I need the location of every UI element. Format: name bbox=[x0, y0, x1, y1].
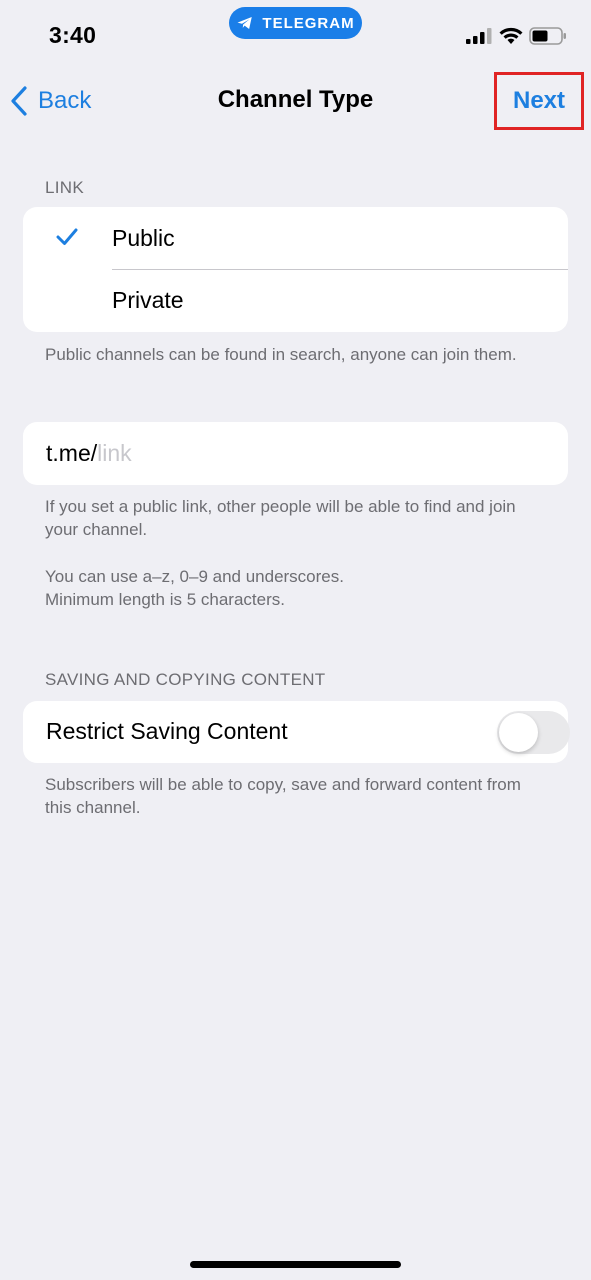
restrict-saving-toggle[interactable] bbox=[497, 711, 570, 754]
option-private[interactable]: Private bbox=[23, 269, 568, 331]
option-public[interactable]: Public bbox=[23, 207, 568, 270]
wifi-icon bbox=[499, 27, 523, 44]
battery-icon bbox=[529, 27, 566, 45]
link-type-footnote: Public channels can be found in search, … bbox=[45, 345, 517, 364]
status-time: 3:40 bbox=[49, 22, 97, 48]
link-type-card: Public Private bbox=[23, 207, 568, 332]
option-private-label: Private bbox=[112, 286, 184, 313]
home-indicator[interactable] bbox=[190, 1261, 401, 1268]
saving-section-header: SAVING AND COPYING CONTENT bbox=[45, 670, 326, 689]
signal-icon bbox=[466, 28, 492, 44]
link-input[interactable] bbox=[97, 440, 498, 467]
checkmark-icon bbox=[56, 228, 78, 245]
app-pill-label: TELEGRAM bbox=[262, 14, 355, 32]
toggle-knob bbox=[499, 713, 538, 752]
option-public-label: Public bbox=[112, 224, 175, 251]
restrict-saving-row: Restrict Saving Content bbox=[23, 701, 570, 763]
next-button[interactable]: Next bbox=[494, 72, 584, 130]
link-field: t.me/ bbox=[23, 422, 568, 485]
link-hint-2-line-1: You can use a–z, 0–9 and underscores. bbox=[45, 567, 344, 586]
navigation-bar: Back Channel Type Next bbox=[0, 72, 591, 130]
link-hint-1: If you set a public link, other people w… bbox=[45, 497, 516, 539]
link-prefix: t.me/ bbox=[46, 440, 98, 466]
status-bar: 3:40 TELEGRAM bbox=[0, 0, 591, 70]
telegram-icon bbox=[237, 17, 253, 29]
link-section-header: LINK bbox=[45, 178, 84, 197]
restrict-saving-label: Restrict Saving Content bbox=[46, 718, 288, 744]
link-hint-2-line-2: Minimum length is 5 characters. bbox=[45, 590, 285, 609]
telegram-pill[interactable]: TELEGRAM bbox=[229, 7, 362, 39]
saving-footnote: Subscribers will be able to copy, save a… bbox=[45, 775, 521, 817]
